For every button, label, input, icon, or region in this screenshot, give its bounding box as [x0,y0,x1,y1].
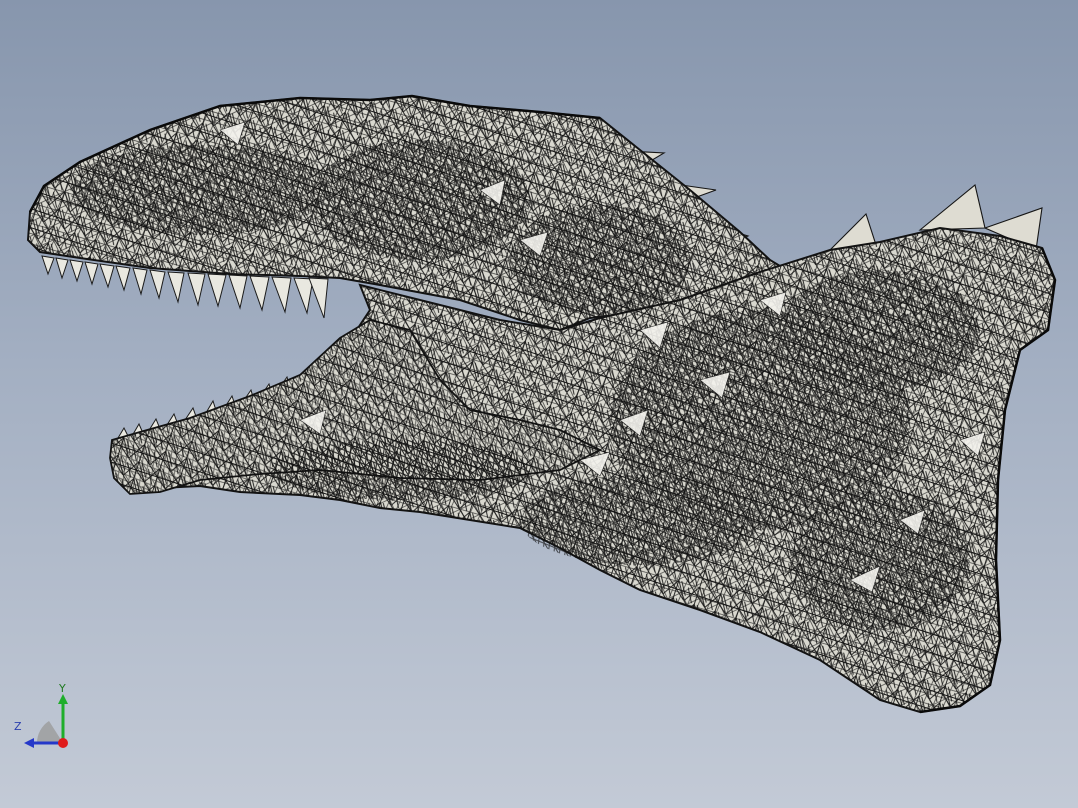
y-axis-label: Y [59,682,66,695]
z-axis-arrow [24,738,34,748]
x-axis-dot [58,738,68,748]
dinosaur-head-mesh-model[interactable] [0,0,1078,808]
z-axis-label: Z [14,720,22,733]
y-axis-arrow [58,694,68,704]
view-orientation-triad[interactable]: Y Z [10,682,74,748]
graphics-viewport[interactable]: Y Z [0,0,1078,808]
